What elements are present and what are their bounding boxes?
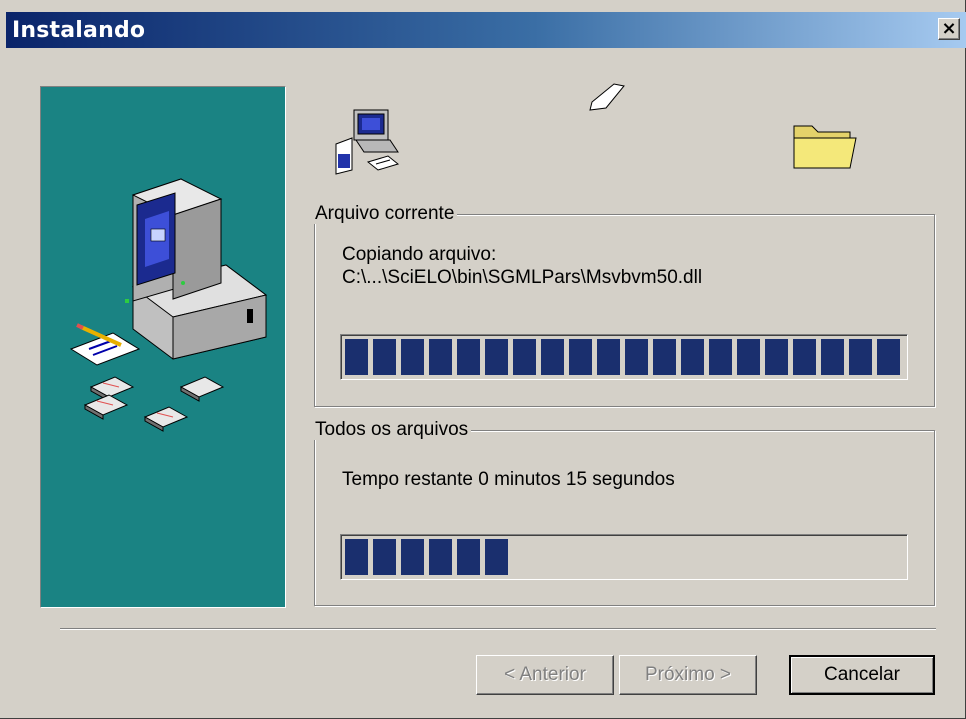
progress-block — [821, 339, 844, 375]
progress-block — [429, 539, 452, 575]
window-title: Instalando — [12, 18, 146, 43]
back-button[interactable]: < Anterior — [476, 655, 614, 695]
progress-block — [485, 339, 508, 375]
all-files-progress-fill — [345, 539, 903, 575]
progress-block — [709, 339, 732, 375]
current-file-path: C:\...\SciELO\bin\SGMLPars\Msvbvm50.dll — [342, 267, 703, 288]
progress-block — [877, 339, 900, 375]
progress-block — [765, 339, 788, 375]
computer-with-floppy-disks-icon — [69, 178, 268, 432]
close-icon: × — [941, 18, 957, 39]
progress-block — [737, 339, 760, 375]
cancel-button[interactable]: Cancelar — [789, 655, 935, 695]
side-panel-image — [40, 86, 286, 608]
current-file-progress-bar — [340, 334, 908, 380]
progress-block — [513, 339, 536, 375]
current-file-progress-fill — [345, 339, 903, 375]
all-files-progress-bar — [340, 534, 908, 580]
progress-block — [401, 539, 424, 575]
next-button[interactable]: Próximo > — [619, 655, 757, 695]
progress-block — [345, 539, 368, 575]
progress-block — [569, 339, 592, 375]
progress-block — [429, 339, 452, 375]
all-files-group-label: Todos os arquivos — [312, 420, 472, 440]
progress-block — [541, 339, 564, 375]
progress-block — [849, 339, 872, 375]
progress-block — [457, 539, 480, 575]
progress-block — [373, 339, 396, 375]
install-dialog: Instalando × Arquivo corrente Copiando a… — [0, 0, 966, 719]
progress-block — [345, 339, 368, 375]
progress-block — [401, 339, 424, 375]
progress-block — [681, 339, 704, 375]
title-bar[interactable]: Instalando × — [6, 12, 966, 48]
progress-block — [793, 339, 816, 375]
progress-block — [625, 339, 648, 375]
button-separator — [60, 628, 936, 630]
current-file-group-label: Arquivo corrente — [312, 204, 458, 224]
progress-block — [373, 539, 396, 575]
progress-block — [457, 339, 480, 375]
time-remaining-text: Tempo restante 0 minutos 15 segundos — [342, 469, 675, 490]
computer-install-icon — [334, 104, 406, 181]
flying-document-icon — [588, 80, 628, 119]
close-button[interactable]: × — [938, 18, 960, 40]
progress-block — [485, 539, 508, 575]
copying-status-text: Copiando arquivo: — [342, 244, 497, 265]
progress-block — [653, 339, 676, 375]
folder-icon — [790, 116, 860, 177]
progress-block — [597, 339, 620, 375]
